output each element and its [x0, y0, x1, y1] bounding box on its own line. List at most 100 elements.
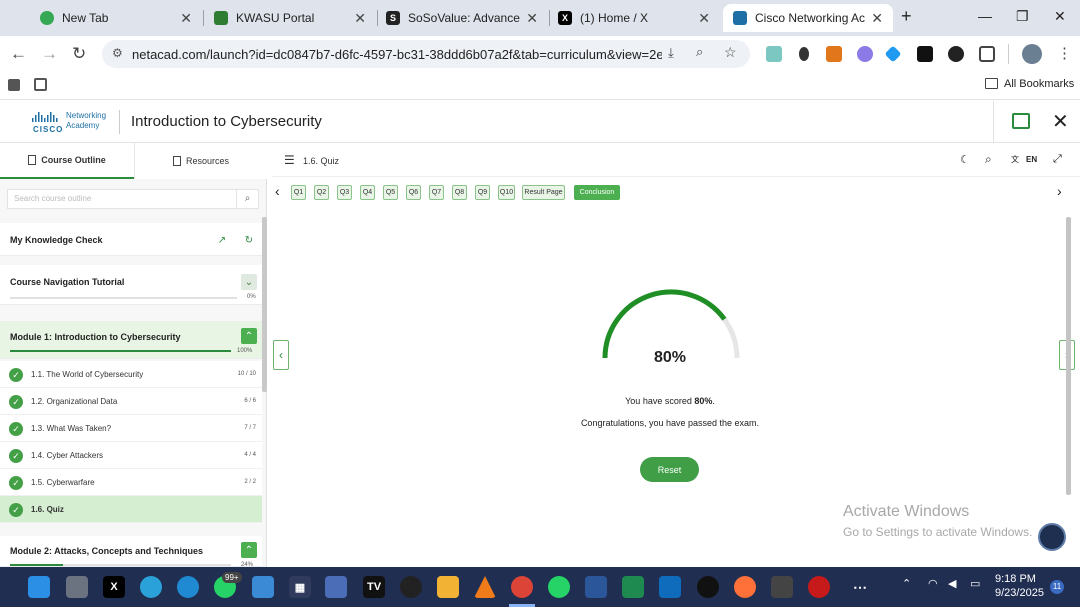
question-q6[interactable]: Q6	[406, 185, 421, 200]
extension-p-icon[interactable]	[917, 46, 933, 62]
lesson-1-6-selected[interactable]: ✓ 1.6. Quiz	[0, 496, 262, 523]
metamask-icon[interactable]	[826, 46, 842, 62]
back-icon[interactable]: ←	[10, 44, 27, 64]
lesson-1-1[interactable]: ✓ 1.1. The World of Cybersecurity 10 / 1…	[0, 361, 262, 388]
tab-resources[interactable]: Resources	[134, 143, 267, 179]
tab-course-outline[interactable]: Course Outline	[0, 143, 134, 179]
notification-count[interactable]: 11	[1050, 580, 1064, 594]
question-q3[interactable]: Q3	[337, 185, 352, 200]
cube-app-icon[interactable]	[771, 576, 793, 598]
main-scrollbar[interactable]	[1066, 217, 1071, 495]
language-label[interactable]: EN	[1026, 155, 1037, 164]
tab-cisco-active[interactable]: Cisco Networking Academ ✕	[723, 4, 893, 32]
widgets-icon[interactable]: ▦	[289, 576, 311, 598]
more-apps-icon[interactable]: ⋯	[849, 576, 871, 598]
close-course-icon[interactable]: ✕	[1052, 109, 1069, 134]
tab-kwasu[interactable]: KWASU Portal ✕	[204, 4, 376, 32]
edge-icon[interactable]	[177, 576, 199, 598]
clock-time[interactable]: 9:18 PM	[995, 573, 1036, 585]
question-q5[interactable]: Q5	[383, 185, 398, 200]
lesson-1-4[interactable]: ✓ 1.4. Cyber Attackers 4 / 4	[0, 442, 262, 469]
close-tab-icon[interactable]: ✕	[698, 10, 710, 27]
refresh-icon[interactable]: ↻	[241, 232, 257, 248]
module-2-header[interactable]: Module 2: Attacks, Concepts and Techniqu…	[0, 536, 262, 568]
extension-dots-icon[interactable]	[799, 47, 809, 61]
clock-date[interactable]: 9/23/2025	[995, 587, 1044, 599]
zoom-icon[interactable]: ⌕	[696, 44, 703, 60]
whatsapp-business-icon[interactable]	[548, 576, 570, 598]
chevron-up-icon[interactable]: ⌃	[241, 328, 257, 344]
question-q9[interactable]: Q9	[475, 185, 490, 200]
window-close-icon[interactable]: ✕	[1054, 8, 1066, 25]
close-tab-icon[interactable]: ✕	[871, 10, 883, 27]
reset-button[interactable]: Reset	[640, 457, 699, 482]
extension-diamond-icon[interactable]	[884, 45, 902, 63]
chatgpt-icon[interactable]	[400, 576, 422, 598]
dark-mode-icon[interactable]: ☾	[960, 153, 970, 166]
battery-icon[interactable]: ▭	[970, 577, 980, 590]
tab-new-tab[interactable]: New Tab ✕	[30, 4, 202, 32]
chevron-down-icon[interactable]: ⌄	[241, 274, 257, 290]
question-q1[interactable]: Q1	[291, 185, 306, 200]
minimize-icon[interactable]: —	[978, 8, 992, 24]
tab-x-home[interactable]: X (1) Home / X ✕	[548, 4, 720, 32]
word-icon[interactable]	[585, 576, 607, 598]
profile-avatar[interactable]	[1022, 44, 1042, 64]
maximize-icon[interactable]: ❐	[1016, 8, 1029, 25]
address-bar[interactable]: ⚙ netacad.com/launch?id=dc0847b7-d6fc-45…	[102, 40, 750, 68]
x-app-icon[interactable]: X	[103, 576, 125, 598]
close-tab-icon[interactable]: ✕	[180, 10, 192, 27]
collapse-menu-icon[interactable]: ☰	[284, 153, 295, 167]
forward-icon[interactable]: →	[41, 44, 58, 64]
tradingview-icon[interactable]: TV	[363, 576, 385, 598]
wifi-icon[interactable]: ◠	[928, 577, 938, 590]
calendar-icon[interactable]	[252, 576, 274, 598]
close-tab-icon[interactable]: ✕	[354, 10, 366, 27]
notepad-icon[interactable]	[325, 576, 347, 598]
file-explorer-icon[interactable]	[437, 576, 459, 598]
app-v-icon[interactable]	[622, 576, 644, 598]
sidebar-scrollbar[interactable]	[262, 217, 267, 392]
floating-assistant-icon[interactable]	[1038, 523, 1066, 551]
all-bookmarks-link[interactable]: All Bookmarks	[1004, 78, 1074, 90]
question-q2[interactable]: Q2	[314, 185, 329, 200]
conclusion-button[interactable]: Conclusion	[574, 185, 620, 200]
volume-icon[interactable]: ◀	[948, 577, 956, 590]
tab-search-icon[interactable]	[8, 79, 20, 91]
show-hidden-icons[interactable]: ⌃	[902, 577, 911, 590]
chrome-taskbar-icon[interactable]	[511, 576, 533, 598]
close-tab-icon[interactable]: ✕	[526, 10, 538, 27]
extension-ghost-icon[interactable]	[857, 46, 873, 62]
chart-icon[interactable]: ↗	[214, 232, 230, 248]
reload-icon[interactable]: ↻	[72, 44, 86, 64]
next-arrow-icon[interactable]: ›	[1057, 183, 1062, 199]
extension-m-icon[interactable]	[766, 46, 782, 62]
lesson-1-5[interactable]: ✓ 1.5. Cyberwarfare 2 / 2	[0, 469, 262, 496]
course-navigation-tutorial[interactable]: Course Navigation Tutorial ⌄ 0%	[0, 265, 262, 305]
opera-icon[interactable]	[808, 576, 830, 598]
prev-arrow-icon[interactable]: ‹	[275, 183, 280, 199]
settings-gear-icon[interactable]	[697, 576, 719, 598]
install-icon[interactable]: ⤓	[668, 45, 674, 61]
search-icon[interactable]: ⌕	[985, 152, 992, 167]
menu-kebab-icon[interactable]: ⋮	[1057, 44, 1072, 62]
task-view-icon[interactable]	[66, 576, 88, 598]
open-book-icon[interactable]	[1012, 113, 1030, 129]
vlc-icon[interactable]	[474, 576, 496, 598]
question-q10[interactable]: Q10	[498, 185, 515, 200]
result-page-button[interactable]: Result Page	[522, 185, 565, 200]
question-q7[interactable]: Q7	[429, 185, 444, 200]
language-icon[interactable]: 文	[1011, 154, 1019, 165]
apps-grid-icon[interactable]	[34, 78, 47, 91]
lesson-1-2[interactable]: ✓ 1.2. Organizational Data 6 / 6	[0, 388, 262, 415]
chevron-up-icon[interactable]: ⌃	[241, 542, 257, 558]
site-info-icon[interactable]: ⚙	[112, 46, 123, 60]
my-knowledge-check[interactable]: My Knowledge Check ↗ ↻	[0, 223, 262, 256]
question-q8[interactable]: Q8	[452, 185, 467, 200]
tab-sosovalue[interactable]: S SoSoValue: Advanced AI- ✕	[376, 4, 548, 32]
question-q4[interactable]: Q4	[360, 185, 375, 200]
extension-circle-icon[interactable]	[948, 46, 964, 62]
firefox-icon[interactable]	[734, 576, 756, 598]
search-outline-input[interactable]: Search course outline ⌕	[7, 189, 259, 209]
bookmark-star-icon[interactable]: ☆	[724, 44, 737, 61]
